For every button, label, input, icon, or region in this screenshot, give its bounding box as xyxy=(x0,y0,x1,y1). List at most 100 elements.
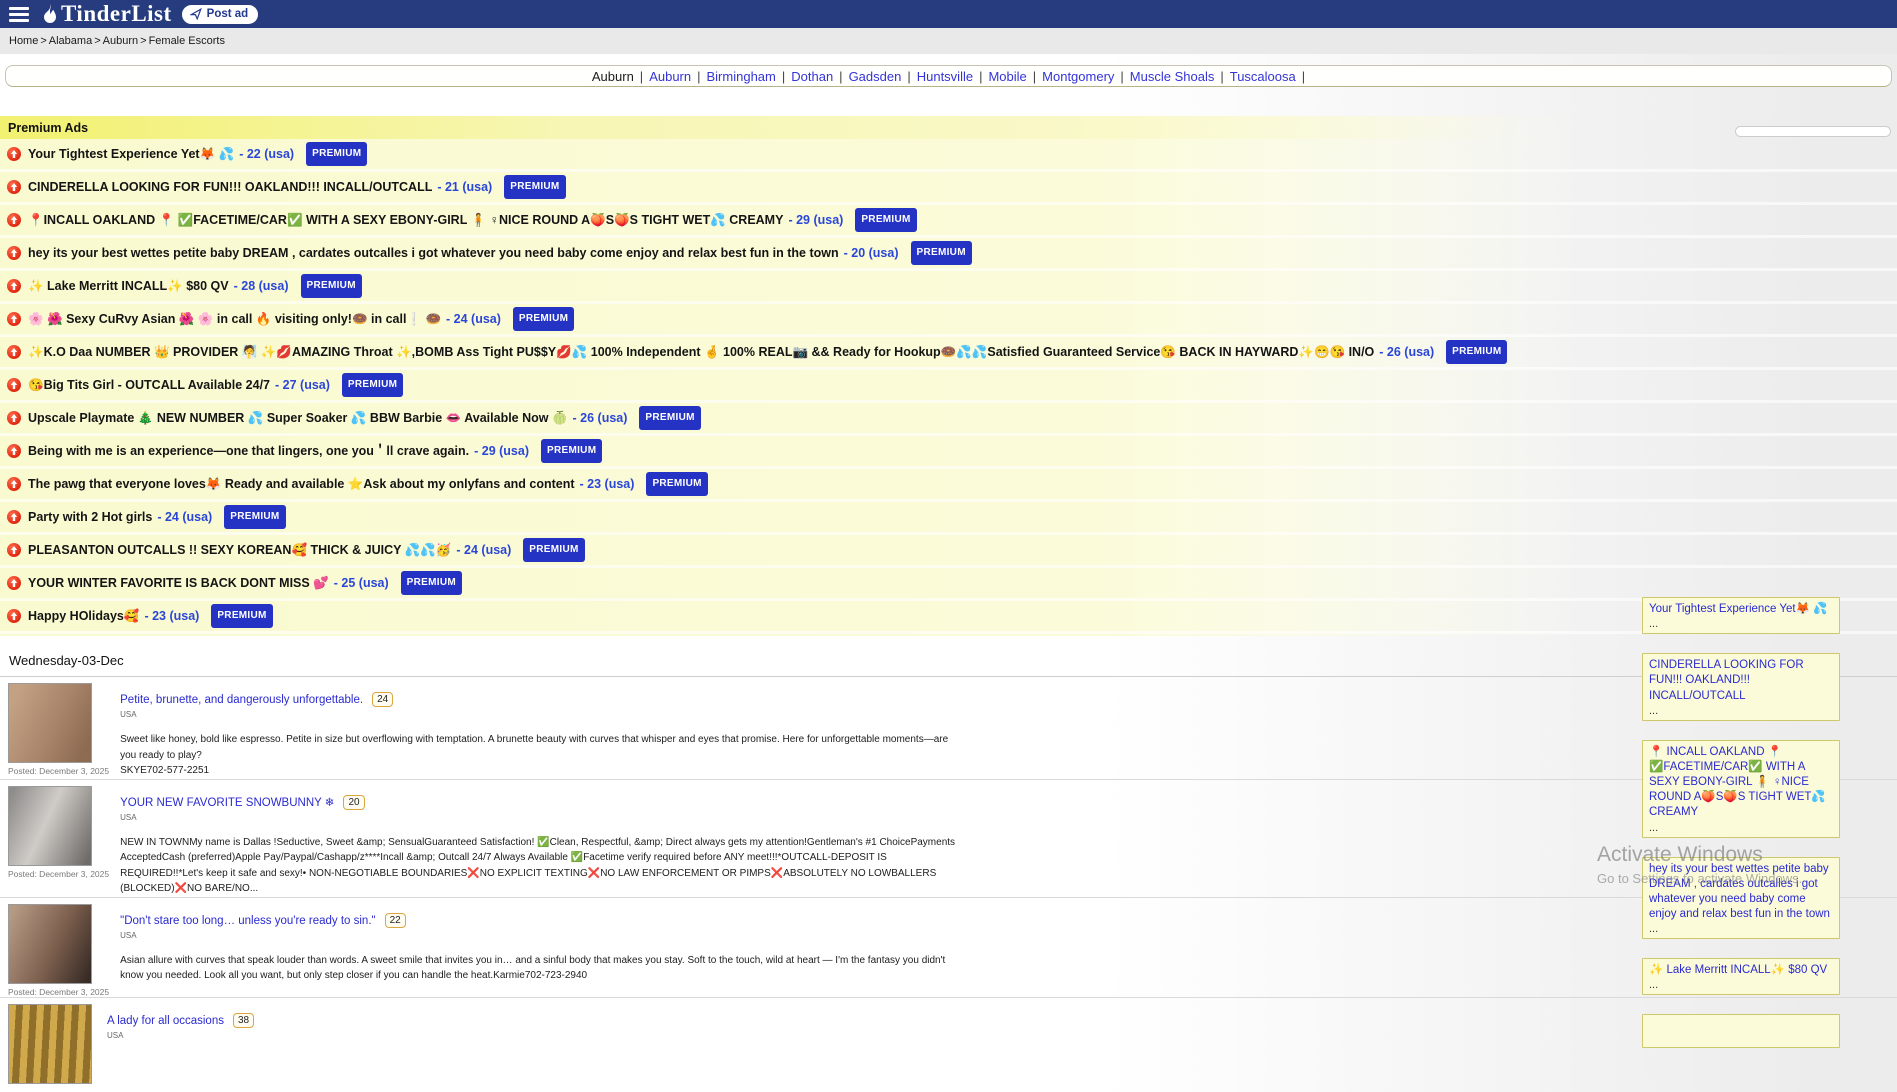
breadcrumb-separator: > xyxy=(140,35,146,47)
listing-title-link[interactable]: "Don't stare too long… unless you're rea… xyxy=(120,915,375,927)
sidebar-ad-title[interactable]: CINDERELLA LOOKING FOR FUN!!! OAKLAND!!!… xyxy=(1649,658,1833,704)
city-link-dothan[interactable]: Dothan xyxy=(791,69,833,84)
sidebar-ad-box[interactable]: ✨ Lake Merritt INCALL✨ $80 QV ... xyxy=(1642,958,1840,995)
bump-up-icon xyxy=(7,147,21,161)
premium-ad-title[interactable]: YOUR WINTER FAVORITE IS BACK DONT MISS 💕 xyxy=(28,574,329,593)
listing-age-badge: 20 xyxy=(343,795,364,810)
breadcrumb-home[interactable]: Home xyxy=(9,35,38,47)
brand-logo[interactable]: TinderList xyxy=(41,1,172,27)
city-link-mobile[interactable]: Mobile xyxy=(988,69,1026,84)
city-link-auburn[interactable]: Auburn xyxy=(649,69,691,84)
premium-ad-title[interactable]: PLEASANTON OUTCALLS !! SEXY KOREAN🥰 THIC… xyxy=(28,541,451,560)
premium-ad-age: - 28 (usa) xyxy=(234,277,289,296)
premium-ad-age: - 26 (usa) xyxy=(573,409,628,428)
sidebar-ad-box[interactable] xyxy=(1642,1014,1840,1048)
sidebar-ad-box[interactable]: 📍 INCALL OAKLAND 📍 ✅FACETIME/CAR✅ WITH A… xyxy=(1642,740,1840,838)
premium-ad-row[interactable]: The pawg that everyone loves🦊 Ready and … xyxy=(0,469,1897,502)
premium-ad-age: - 27 (usa) xyxy=(275,376,330,395)
bump-up-icon xyxy=(7,213,21,227)
premium-ad-title[interactable]: 📍INCALL OAKLAND 📍 ✅FACETIME/CAR✅ WITH A … xyxy=(28,211,783,230)
city-link-muscle-shoals[interactable]: Muscle Shoals xyxy=(1130,69,1215,84)
premium-badge: PREMIUM xyxy=(306,142,367,166)
premium-ad-row[interactable]: Being with me is an experience—one that … xyxy=(0,436,1897,469)
city-link-gadsden[interactable]: Gadsden xyxy=(849,69,902,84)
premium-ad-row[interactable]: 🌸 🌺 Sexy CuRvy Asian 🌺 🌸 in call 🔥 visit… xyxy=(0,304,1897,337)
premium-ad-age: - 22 (usa) xyxy=(239,145,294,164)
premium-ad-title[interactable]: ✨ Lake Merritt INCALL✨ $80 QV xyxy=(28,277,229,296)
sidebar-ad-box[interactable]: CINDERELLA LOOKING FOR FUN!!! OAKLAND!!!… xyxy=(1642,653,1840,721)
city-link-birmingham[interactable]: Birmingham xyxy=(707,69,776,84)
premium-ad-title[interactable]: The pawg that everyone loves🦊 Ready and … xyxy=(28,475,575,494)
listing-phone: SKYE702-577-2251 xyxy=(120,763,965,779)
premium-ad-title[interactable]: ✨K.O Daa NUMBER 👑 PROVIDER 🧖 ✨💋AMAZING T… xyxy=(28,343,1374,362)
premium-badge: PREMIUM xyxy=(1446,340,1507,364)
date-header: Wednesday-03-Dec xyxy=(0,636,1897,677)
premium-ad-row[interactable]: 😘Big Tits Girl - OUTCALL Available 24/7 … xyxy=(0,370,1897,403)
premium-ad-row[interactable]: Upscale Playmate 🎄 NEW NUMBER 💦 Super So… xyxy=(0,403,1897,436)
premium-badge: PREMIUM xyxy=(401,571,462,595)
bump-up-icon xyxy=(7,411,21,425)
listing-photo[interactable] xyxy=(8,904,92,984)
sidebar-ad-box[interactable]: Your Tightest Experience Yet🦊 💦 ... xyxy=(1642,597,1840,634)
listing-title-link[interactable]: Petite, brunette, and dangerously unforg… xyxy=(120,694,363,706)
city-link-montgomery[interactable]: Montgomery xyxy=(1042,69,1114,84)
premium-ad-title[interactable]: Upscale Playmate 🎄 NEW NUMBER 💦 Super So… xyxy=(28,409,568,428)
premium-badge: PREMIUM xyxy=(504,175,565,199)
premium-ad-title[interactable]: CINDERELLA LOOKING FOR FUN!!! OAKLAND!!!… xyxy=(28,178,432,197)
premium-ad-row[interactable]: 📍INCALL OAKLAND 📍 ✅FACETIME/CAR✅ WITH A … xyxy=(0,205,1897,238)
listing-title-link[interactable]: YOUR NEW FAVORITE SNOWBUNNY ❄ xyxy=(120,797,334,809)
sidebar-ad-box[interactable]: hey its your best wettes petite baby DRE… xyxy=(1642,857,1840,940)
sidebar-ad-title[interactable]: 📍 INCALL OAKLAND 📍 ✅FACETIME/CAR✅ WITH A… xyxy=(1649,745,1833,821)
breadcrumb-category[interactable]: Female Escorts xyxy=(149,35,225,47)
bump-up-icon xyxy=(7,510,21,524)
post-ad-button[interactable]: Post ad xyxy=(182,5,259,24)
premium-ad-title[interactable]: 🌸 🌺 Sexy CuRvy Asian 🌺 🌸 in call 🔥 visit… xyxy=(28,310,441,329)
premium-ad-row[interactable]: hey its your best wettes petite baby DRE… xyxy=(0,238,1897,271)
premium-ad-row[interactable]: PLEASANTON OUTCALLS !! SEXY KOREAN🥰 THIC… xyxy=(0,535,1897,568)
premium-badge: PREMIUM xyxy=(211,604,272,628)
premium-ad-row[interactable]: Happy HOlidays🥰 - 23 (usa) PREMIUM xyxy=(0,601,1897,634)
premium-ad-title[interactable]: Your Tightest Experience Yet🦊 💦 xyxy=(28,145,234,164)
premium-ad-row[interactable]: CINDERELLA LOOKING FOR FUN!!! OAKLAND!!!… xyxy=(0,172,1897,205)
menu-icon[interactable] xyxy=(7,5,31,24)
sidebar-ad-title[interactable]: hey its your best wettes petite baby DRE… xyxy=(1649,862,1833,923)
premium-badge: PREMIUM xyxy=(513,307,574,331)
listing-title-link[interactable]: A lady for all occasions xyxy=(107,1015,224,1027)
sidebar-ad-title[interactable]: Your Tightest Experience Yet🦊 💦 xyxy=(1649,602,1833,617)
premium-ad-age: - 24 (usa) xyxy=(446,310,501,329)
sidebar-ad-more: ... xyxy=(1649,923,1833,935)
premium-ad-title[interactable]: 😘Big Tits Girl - OUTCALL Available 24/7 xyxy=(28,376,270,395)
premium-ad-row[interactable]: Party with 2 Hot girls - 24 (usa) PREMIU… xyxy=(0,502,1897,535)
listing-location: USA xyxy=(120,813,965,822)
premium-ad-row[interactable]: ✨ Lake Merritt INCALL✨ $80 QV - 28 (usa)… xyxy=(0,271,1897,304)
bump-up-icon xyxy=(7,444,21,458)
premium-badge: PREMIUM xyxy=(911,241,972,265)
premium-ad-age: - 23 (usa) xyxy=(144,607,199,626)
premium-ad-title[interactable]: Being with me is an experience—one that … xyxy=(28,442,469,461)
city-link-tuscaloosa[interactable]: Tuscaloosa xyxy=(1230,69,1296,84)
city-link-huntsville[interactable]: Huntsville xyxy=(917,69,973,84)
premium-ad-title[interactable]: Happy HOlidays🥰 xyxy=(28,607,139,626)
premium-ad-row[interactable]: YOUR WINTER FAVORITE IS BACK DONT MISS 💕… xyxy=(0,568,1897,601)
breadcrumb-city[interactable]: Auburn xyxy=(103,35,138,47)
horizontal-scrollbar[interactable] xyxy=(1735,126,1891,137)
city-separator: | xyxy=(782,69,785,84)
breadcrumb-state[interactable]: Alabama xyxy=(49,35,92,47)
premium-ad-age: - 21 (usa) xyxy=(437,178,492,197)
bump-up-icon xyxy=(7,576,21,590)
sidebar-ad-title[interactable]: ✨ Lake Merritt INCALL✨ $80 QV xyxy=(1649,963,1833,978)
listing-photo[interactable] xyxy=(8,786,92,866)
listing-photo[interactable] xyxy=(8,1004,92,1084)
listing-age-badge: 24 xyxy=(372,692,393,707)
listing-posted-date: Posted: December 3, 2025 xyxy=(8,987,109,997)
flame-icon xyxy=(41,4,58,24)
premium-badge: PREMIUM xyxy=(224,505,285,529)
premium-ad-row[interactable]: Your Tightest Experience Yet🦊 💦 - 22 (us… xyxy=(0,139,1897,172)
premium-ad-title[interactable]: hey its your best wettes petite baby DRE… xyxy=(28,244,839,263)
breadcrumb: Home > Alabama > Auburn > Female Escorts xyxy=(0,28,1897,54)
premium-ad-row[interactable]: ✨K.O Daa NUMBER 👑 PROVIDER 🧖 ✨💋AMAZING T… xyxy=(0,337,1897,370)
premium-ad-title[interactable]: Party with 2 Hot girls xyxy=(28,508,152,527)
premium-badge: PREMIUM xyxy=(301,274,362,298)
listing-photo[interactable] xyxy=(8,683,92,763)
listing-row: A lady for all occasions38 USA xyxy=(0,998,1897,1092)
